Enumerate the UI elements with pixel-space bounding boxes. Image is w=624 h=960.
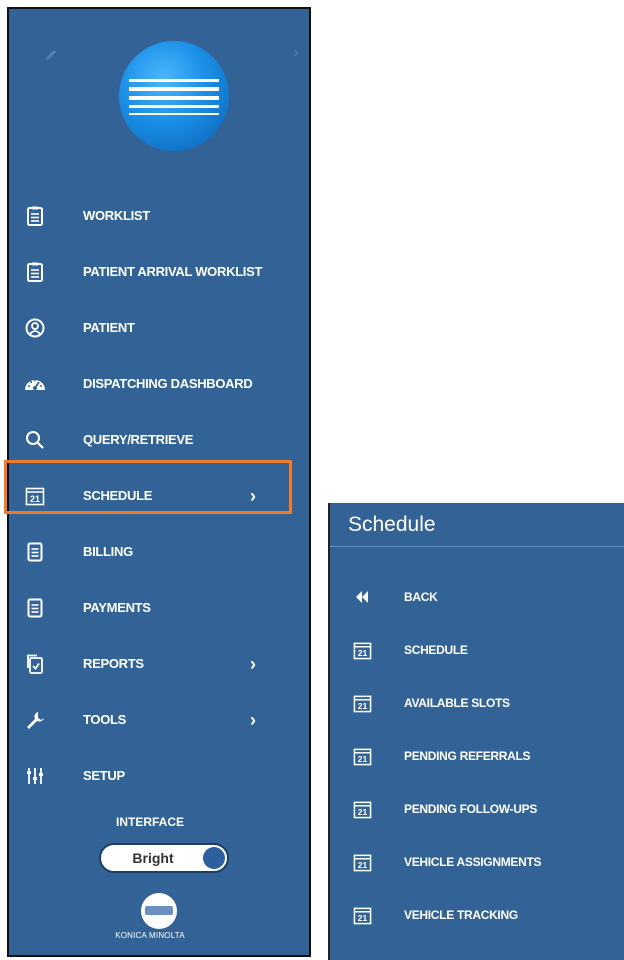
svg-text:21: 21 (357, 807, 367, 817)
menu-item-tools[interactable]: TOOLS › (0, 692, 300, 748)
menu-item-payments[interactable]: PAYMENTS (0, 580, 300, 636)
schedule-submenu-panel: Schedule BACK 21 SCHEDULE 21 AVAILABLE S… (328, 503, 624, 960)
edit-pencil-icon[interactable] (44, 48, 58, 62)
menu-item-label: PAYMENTS (83, 600, 151, 615)
submenu-item-label: VEHICLE ASSIGNMENTS (404, 855, 542, 869)
document-icon (24, 541, 46, 563)
clipboard-icon (24, 261, 46, 283)
calendar-icon: 21 (352, 799, 372, 819)
reports-icon (24, 653, 46, 675)
svg-text:21: 21 (357, 913, 367, 923)
submenu-item-back[interactable]: BACK (330, 571, 624, 623)
calendar-icon: 21 (352, 693, 372, 713)
sliders-icon (24, 765, 46, 787)
svg-text:21: 21 (357, 754, 367, 764)
menu-item-label: REPORTS (83, 656, 144, 671)
submenu-item-label: BACK (404, 590, 438, 604)
calendar-icon: 21 (352, 746, 372, 766)
search-icon (24, 429, 46, 451)
submenu-item-label: SCHEDULE (404, 643, 468, 657)
submenu-item-available-slots[interactable]: 21 AVAILABLE SLOTS (330, 677, 624, 729)
wrench-icon (24, 709, 46, 731)
konica-minolta-globe-logo (119, 41, 229, 151)
calendar-icon: 21 (352, 905, 372, 925)
brand-text: KONICA MINOLTA (115, 931, 185, 940)
clipboard-icon (24, 205, 46, 227)
submenu-item-vehicle-assignments[interactable]: 21 VEHICLE ASSIGNMENTS (330, 836, 624, 888)
dashboard-gauge-icon (24, 373, 46, 395)
interface-label: INTERFACE (115, 815, 184, 829)
calendar-icon: 21 (352, 852, 372, 872)
submenu-item-label: AVAILABLE SLOTS (404, 696, 510, 710)
submenu-item-label: VEHICLE TRACKING (404, 908, 518, 922)
menu-item-dispatching-dashboard[interactable]: DISPATCHING DASHBOARD (0, 356, 300, 412)
svg-text:21: 21 (357, 648, 367, 658)
chevron-right-icon: › (250, 654, 256, 674)
user-circle-icon (24, 317, 46, 339)
document-icon (24, 597, 46, 619)
submenu-title: Schedule (348, 513, 436, 536)
menu-item-reports[interactable]: REPORTS › (0, 636, 300, 692)
submenu-divider (330, 546, 624, 547)
menu-item-label: WORKLIST (83, 208, 150, 223)
menu-item-billing[interactable]: BILLING (0, 524, 300, 580)
toggle-value: Bright (132, 850, 174, 866)
submenu-item-label: PENDING FOLLOW-UPS (404, 802, 538, 816)
menu-item-label: SETUP (83, 768, 125, 783)
submenu-item-schedule[interactable]: 21 SCHEDULE (330, 624, 624, 676)
collapse-icon[interactable] (293, 49, 299, 57)
double-chevron-left-icon (352, 587, 372, 607)
schedule-selection-highlight (4, 460, 292, 514)
menu-item-patient-arrival-worklist[interactable]: PATIENT ARRIVAL WORKLIST (0, 244, 300, 300)
chevron-right-icon: › (250, 710, 256, 730)
konica-minolta-logo (141, 893, 177, 929)
calendar-icon: 21 (352, 640, 372, 660)
menu-item-label: DISPATCHING DASHBOARD (83, 376, 253, 391)
menu-item-patient[interactable]: PATIENT (0, 300, 300, 356)
menu-item-label: PATIENT (83, 320, 135, 335)
svg-text:21: 21 (357, 860, 367, 870)
submenu-item-pending-referrals[interactable]: 21 PENDING REFERRALS (330, 730, 624, 782)
menu-item-worklist[interactable]: WORKLIST (0, 188, 300, 244)
toggle-knob (203, 847, 225, 869)
menu-item-label: TOOLS (83, 712, 127, 727)
menu-item-setup[interactable]: SETUP (0, 748, 300, 804)
menu-item-label: BILLING (83, 544, 133, 559)
interface-theme-toggle[interactable]: Bright (99, 843, 229, 873)
svg-text:21: 21 (357, 701, 367, 711)
submenu-item-pending-follow-ups[interactable]: 21 PENDING FOLLOW-UPS (330, 783, 624, 835)
submenu-item-vehicle-tracking[interactable]: 21 VEHICLE TRACKING (330, 889, 624, 941)
menu-item-label: PATIENT ARRIVAL WORKLIST (83, 264, 263, 279)
submenu-item-label: PENDING REFERRALS (404, 749, 531, 763)
